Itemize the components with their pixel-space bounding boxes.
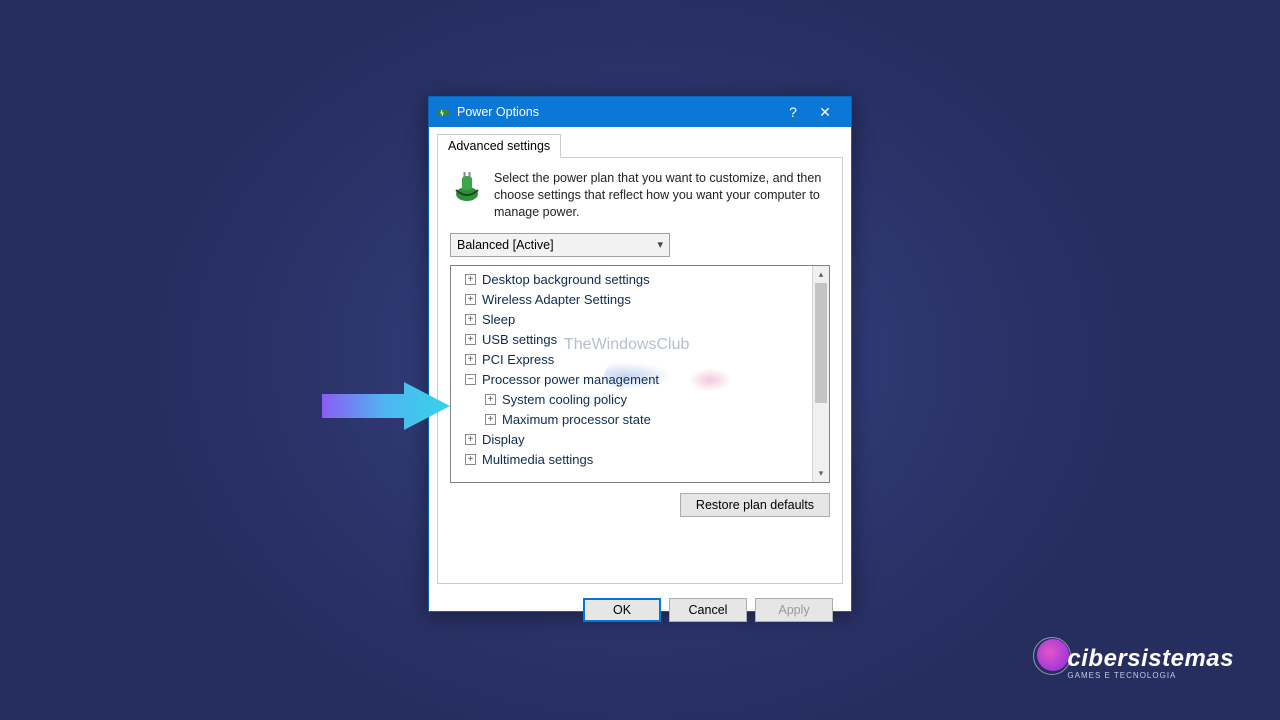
tree-row[interactable]: + System cooling policy [455,390,808,410]
expand-plus-icon[interactable]: + [465,454,476,465]
tree-row[interactable]: + Desktop background settings [455,270,808,290]
expand-plus-icon[interactable]: + [465,434,476,445]
tree-row[interactable]: + Maximum processor state [455,410,808,430]
help-button[interactable]: ? [779,104,807,120]
ok-button[interactable]: OK [583,598,661,622]
tabstrip: Advanced settings [437,133,843,158]
tab-advanced-settings[interactable]: Advanced settings [437,134,561,158]
tree-row[interactable]: + Multimedia settings [455,450,808,470]
tree-item-label: Processor power management [482,372,659,387]
scroll-thumb[interactable] [815,283,827,403]
tree-item-label: Multimedia settings [482,452,593,467]
close-button[interactable]: ✕ [807,104,843,121]
brand-name: cibersistemas [1067,645,1234,673]
tab-page: Select the power plan that you want to c… [437,158,843,584]
tree-item-label: Maximum processor state [502,412,651,427]
expand-plus-icon[interactable]: + [485,414,496,425]
tree-item-label: Desktop background settings [482,272,650,287]
expand-plus-icon[interactable]: + [465,274,476,285]
power-plan-selected: Balanced [Active] [457,238,554,252]
scroll-down-icon[interactable]: ▾ [813,465,829,482]
settings-tree-box: + Desktop background settings + Wireless Ad… [450,265,830,483]
tree-item-label: USB settings [482,332,557,347]
tree-row[interactable]: + USB settings [455,330,808,350]
tree-row[interactable]: + Display [455,430,808,450]
tree-row[interactable]: −Processor power management [455,370,808,390]
brand-logo: cibersistemas GAMES E TECNOLOGIA [1067,645,1234,680]
expand-plus-icon[interactable]: + [465,354,476,365]
restore-defaults-button[interactable]: Restore plan defaults [680,493,830,517]
expand-plus-icon[interactable]: + [465,334,476,345]
tree-row[interactable]: + Wireless Adapter Settings [455,290,808,310]
intro-block: Select the power plan that you want to c… [450,170,830,221]
tree-item-label: PCI Express [482,352,554,367]
battery-icon [435,104,451,120]
cancel-button[interactable]: Cancel [669,598,747,622]
dialog-button-row: OK Cancel Apply [437,590,843,630]
tree-row[interactable]: + Sleep [455,310,808,330]
settings-tree[interactable]: + Desktop background settings + Wireless Ad… [451,266,812,482]
scrollbar[interactable]: ▴ ▾ [812,266,829,482]
scroll-track[interactable] [813,283,829,465]
tree-item-label: Sleep [482,312,515,327]
expand-plus-icon[interactable]: + [465,314,476,325]
power-plan-select[interactable]: Balanced [Active] ▾ [450,233,670,257]
tree-item-label: Display [482,432,525,447]
tree-item-label: Wireless Adapter Settings [482,292,631,307]
expand-minus-icon[interactable]: − [465,374,476,385]
chevron-down-icon: ▾ [657,238,663,251]
tree-item-label: System cooling policy [502,392,627,407]
power-plan-icon [450,170,484,204]
power-options-dialog: Power Options ? ✕ Advanced settings Sele… [428,96,852,612]
titlebar[interactable]: Power Options ? ✕ [429,97,851,127]
scroll-up-icon[interactable]: ▴ [813,266,829,283]
tree-row[interactable]: + PCI Express [455,350,808,370]
apply-button[interactable]: Apply [755,598,833,622]
expand-plus-icon[interactable]: + [485,394,496,405]
expand-plus-icon[interactable]: + [465,294,476,305]
window-title: Power Options [457,105,779,119]
intro-text: Select the power plan that you want to c… [494,170,830,221]
